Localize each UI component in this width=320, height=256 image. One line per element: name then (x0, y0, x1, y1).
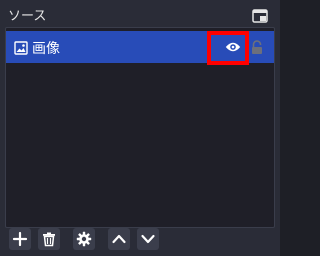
move-source-up-button[interactable] (108, 228, 130, 250)
visibility-toggle[interactable] (216, 32, 250, 62)
gear-icon (76, 231, 92, 247)
remove-source-button[interactable] (38, 228, 60, 250)
image-icon (14, 40, 28, 55)
source-properties-button[interactable] (73, 228, 95, 250)
trash-icon (43, 232, 55, 247)
sources-dock: ソース 画像 (0, 0, 280, 256)
lock-icon (252, 40, 262, 54)
source-name: 画像 (32, 41, 60, 57)
source-item[interactable]: 画像 (6, 31, 274, 65)
sources-list[interactable]: 画像 (5, 27, 275, 228)
move-source-down-button[interactable] (137, 228, 159, 250)
float-window-icon[interactable] (252, 8, 268, 23)
chevron-down-icon (141, 234, 155, 244)
dock-title: ソース (8, 9, 47, 24)
eye-icon (225, 42, 241, 52)
add-source-button[interactable] (9, 228, 31, 250)
dock-header: ソース (0, 0, 280, 28)
lock-toggle[interactable] (250, 40, 264, 55)
sources-toolbar (0, 226, 280, 256)
plus-icon (12, 231, 28, 247)
chevron-up-icon (112, 234, 126, 244)
